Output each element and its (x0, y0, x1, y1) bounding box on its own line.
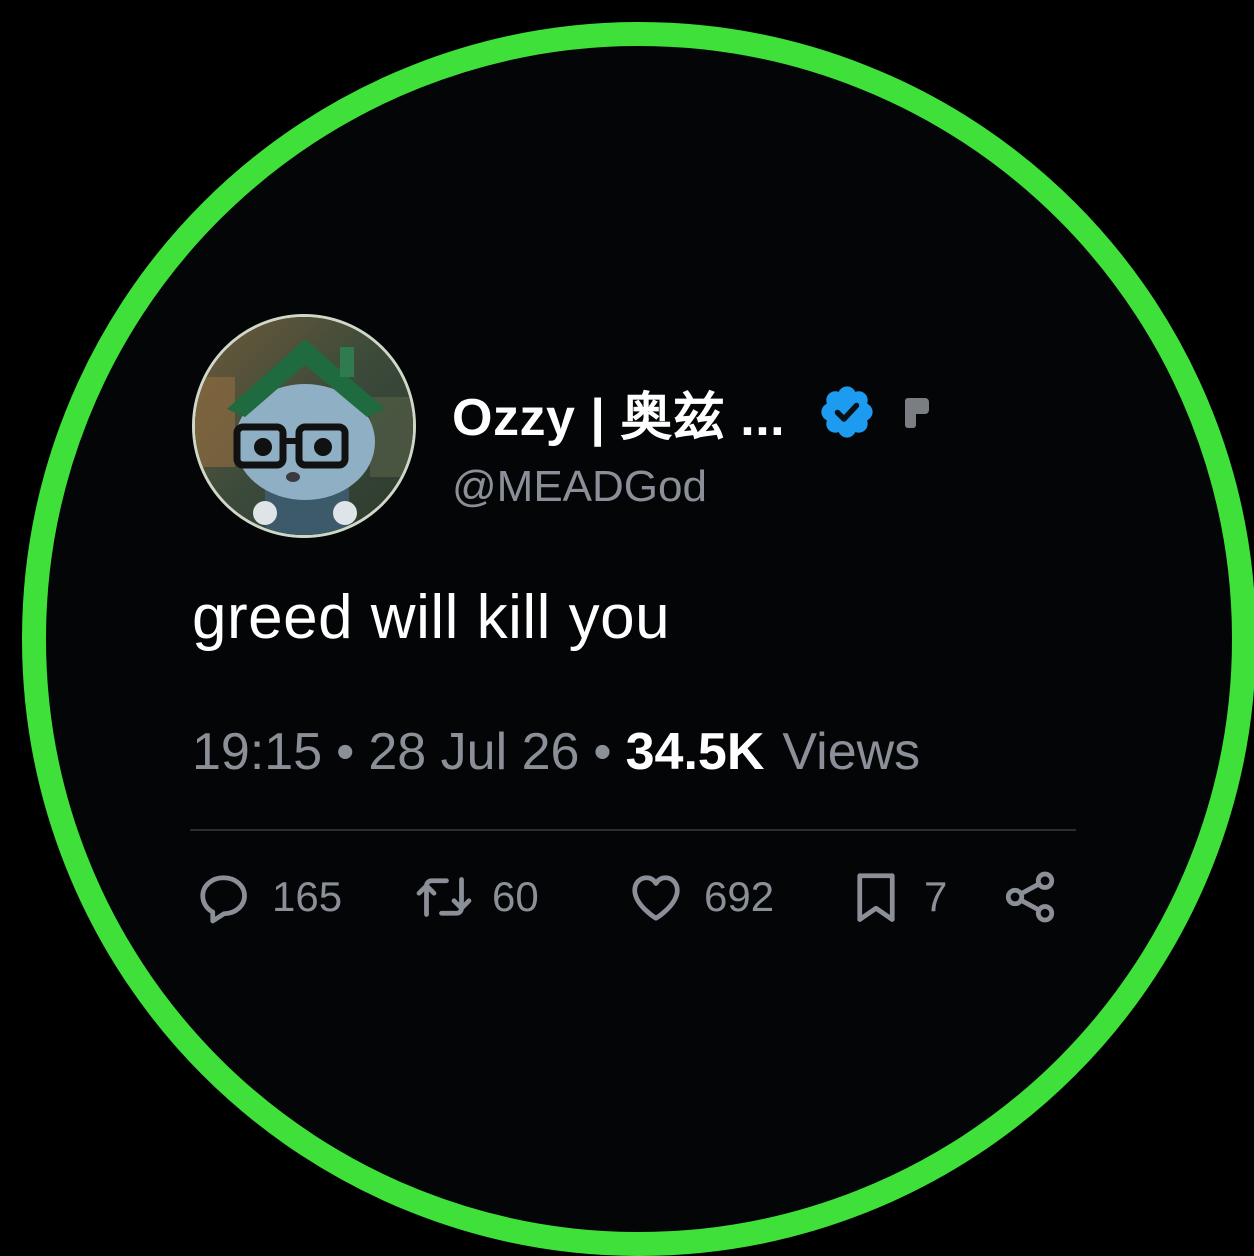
repost-button[interactable]: 60 (414, 862, 539, 932)
like-button[interactable]: 692 (626, 862, 774, 932)
views-label: Views (782, 723, 921, 781)
author-handle[interactable]: @MEADGod (452, 462, 707, 512)
author-name-row: Ozzy | 奥兹 ... (452, 372, 931, 452)
tweet-date[interactable]: 28 Jul 26 (368, 722, 579, 782)
affiliate-badge-icon (905, 398, 930, 428)
verified-badge-icon (821, 386, 873, 438)
tweet-meta: 19:15 • 28 Jul 26 • 34.5K Views (192, 722, 920, 782)
repost-count: 60 (492, 873, 539, 920)
reply-count: 165 (272, 873, 343, 920)
reply-icon (200, 875, 247, 924)
tweet-text: greed will kill you (192, 583, 671, 652)
share-icon (1005, 871, 1055, 923)
like-count: 692 (704, 873, 775, 920)
repost-icon (416, 877, 472, 917)
divider (190, 829, 1076, 831)
views-count: 34.5K (625, 723, 765, 781)
avatar[interactable] (192, 314, 416, 538)
bookmark-count: 7 (924, 873, 948, 920)
bookmark-icon (857, 873, 895, 922)
meta-separator: • (593, 723, 612, 781)
display-name[interactable]: Ozzy | 奥兹 ... (452, 375, 785, 450)
meta-separator: • (336, 723, 355, 781)
heart-icon (632, 875, 680, 921)
bookmark-button[interactable]: 7 (846, 862, 947, 932)
share-button[interactable] (1000, 862, 1060, 932)
tweet-time[interactable]: 19:15 (192, 722, 322, 782)
reply-button[interactable]: 165 (194, 862, 342, 932)
